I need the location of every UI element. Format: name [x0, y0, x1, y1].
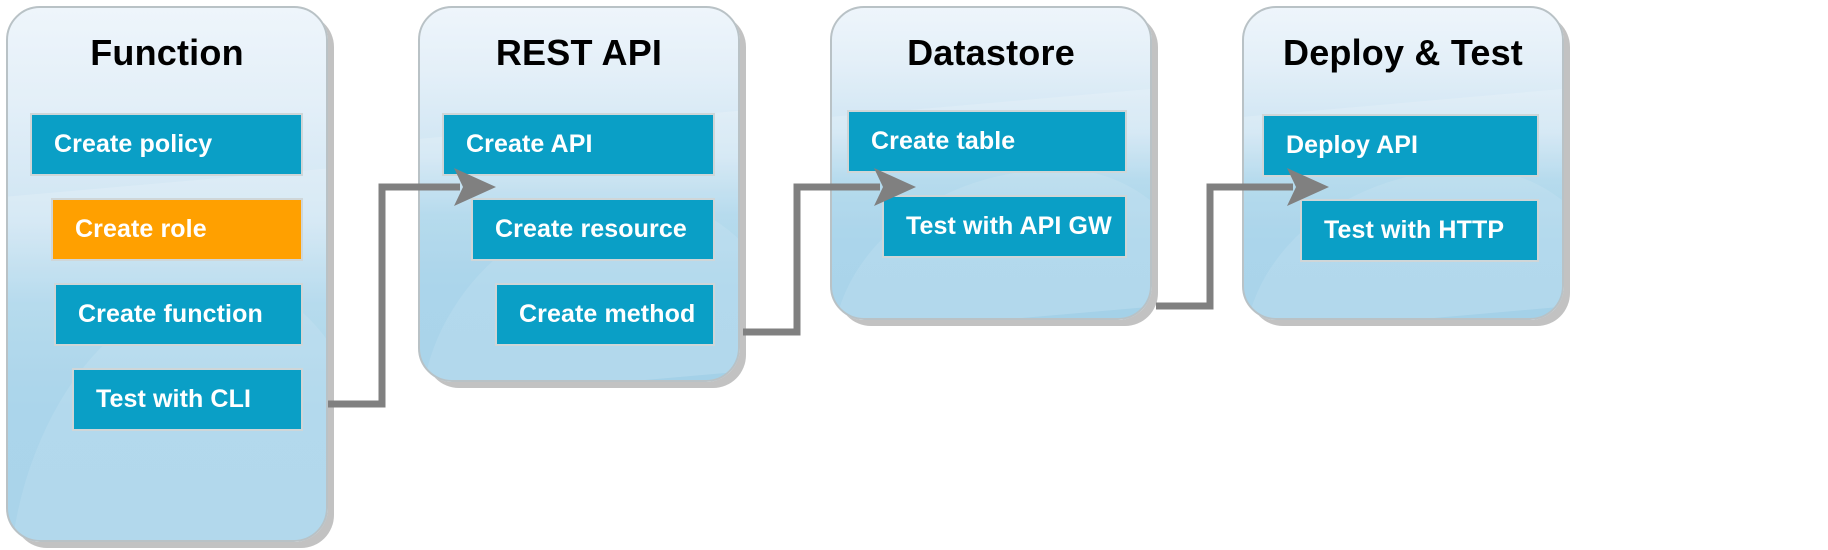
step-test-with-api-gw[interactable]: Test with API GW	[882, 195, 1127, 258]
panel-rest-api[interactable]: REST API Create API Create resource Crea…	[418, 6, 740, 382]
step-deploy-api[interactable]: Deploy API	[1262, 114, 1539, 177]
step-create-table[interactable]: Create table	[847, 110, 1127, 173]
panel-datastore[interactable]: Datastore Create table Test with API GW	[830, 6, 1152, 320]
step-create-method[interactable]: Create method	[495, 283, 715, 346]
panel-title-deploy-test: Deploy & Test	[1283, 32, 1523, 73]
step-create-policy[interactable]: Create policy	[30, 113, 303, 176]
step-create-api[interactable]: Create API	[442, 113, 715, 176]
step-create-role[interactable]: Create role	[51, 198, 303, 261]
step-create-resource[interactable]: Create resource	[471, 198, 715, 261]
panel-function[interactable]: Function Create policy Create role Creat…	[6, 6, 328, 542]
step-test-with-http[interactable]: Test with HTTP	[1300, 199, 1539, 262]
panel-title-function: Function	[90, 32, 244, 73]
diagram-canvas: Function Create policy Create role Creat…	[0, 0, 1828, 550]
panel-title-datastore: Datastore	[907, 32, 1075, 73]
step-create-function[interactable]: Create function	[54, 283, 303, 346]
step-test-with-cli[interactable]: Test with CLI	[72, 368, 303, 431]
panel-title-rest-api: REST API	[495, 32, 663, 73]
panel-deploy-test[interactable]: Deploy & Test Deploy API Test with HTTP	[1242, 6, 1564, 320]
